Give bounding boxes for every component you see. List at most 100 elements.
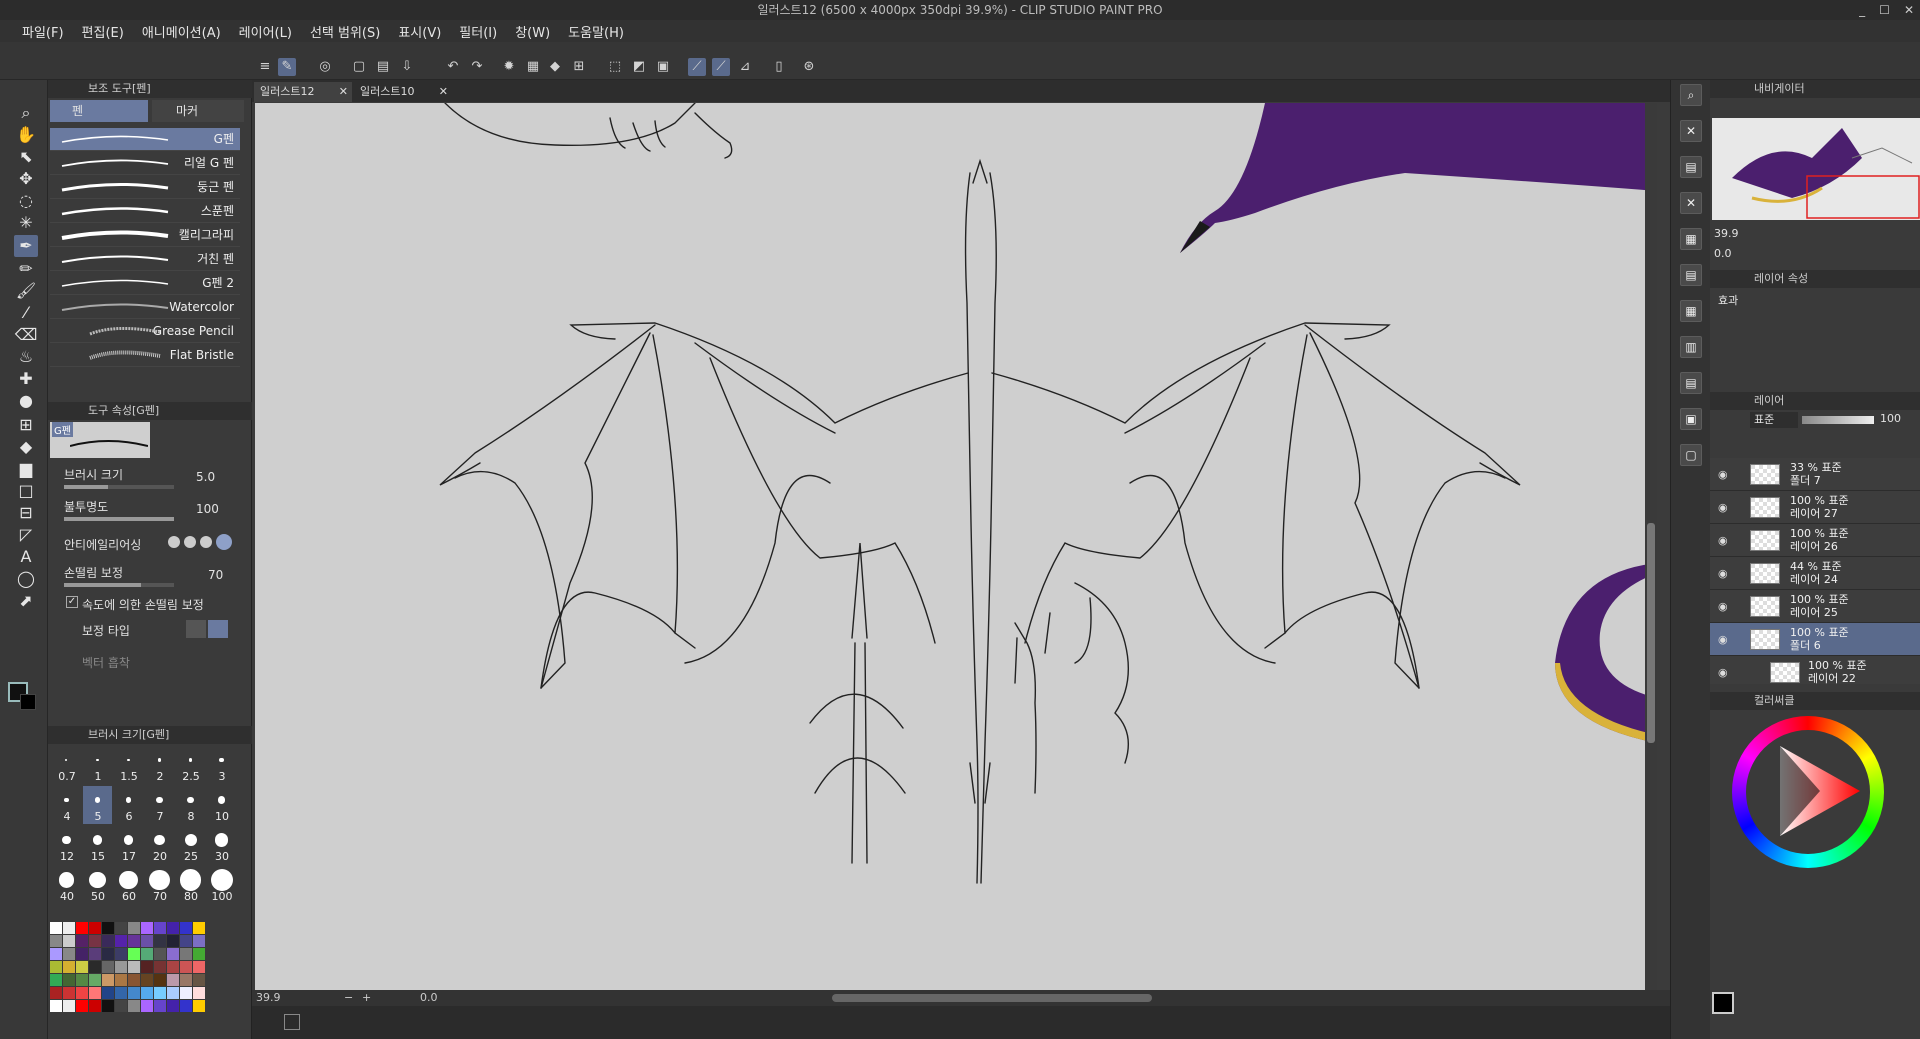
palette-swatch[interactable] <box>102 935 114 947</box>
brush-g-pen[interactable]: G펜 <box>50 128 240 151</box>
palette-swatch[interactable] <box>167 948 179 960</box>
rotation-readout[interactable]: 0.0 <box>420 990 438 1006</box>
palette-swatch[interactable] <box>128 974 140 986</box>
palette-swatch[interactable] <box>154 935 166 947</box>
palette-swatch[interactable] <box>63 987 75 999</box>
layer-opacity-value[interactable]: 100 <box>1880 412 1901 425</box>
palette-swatch[interactable] <box>89 987 101 999</box>
brush-size-preset[interactable]: 10 <box>207 786 236 824</box>
palette-swatch[interactable] <box>89 935 101 947</box>
vertical-scrollbar[interactable] <box>1645 103 1657 990</box>
palette-swatch[interactable] <box>63 935 75 947</box>
grid-snap-icon[interactable]: ⊿ <box>736 58 754 76</box>
brush-size-preset[interactable]: 60 <box>114 866 143 904</box>
smudge-icon[interactable]: ● <box>14 390 38 412</box>
palette-swatch[interactable] <box>128 948 140 960</box>
correction-type-row[interactable]: 보정 타입 <box>56 618 246 648</box>
material-icon[interactable]: ✕ <box>1680 192 1702 214</box>
layer-mode-icon[interactable]: ◎ <box>316 58 334 76</box>
palette-swatch[interactable] <box>180 1000 192 1012</box>
palette-swatch[interactable] <box>193 961 205 973</box>
palette-swatch[interactable] <box>128 1000 140 1012</box>
palette-swatch[interactable] <box>50 961 62 973</box>
brush-size-preset[interactable]: 80 <box>176 866 205 904</box>
menu-icon[interactable]: ≡ <box>256 58 274 76</box>
palette-swatch[interactable] <box>180 987 192 999</box>
ruler-snap-icon[interactable]: ⟋ <box>688 58 706 76</box>
brush-size-slider[interactable] <box>64 485 174 489</box>
layer-opacity-slider[interactable] <box>1802 416 1874 424</box>
lasso-fill-icon[interactable]: ✹ <box>500 58 518 76</box>
correction-type-option[interactable] <box>186 620 206 638</box>
saturation-triangle[interactable] <box>1760 736 1870 846</box>
eye-icon[interactable]: ◉ <box>1718 600 1728 613</box>
magic-wand-icon[interactable]: ✳ <box>14 212 38 234</box>
palette-swatch[interactable] <box>89 961 101 973</box>
stabilization-value[interactable]: 70 <box>208 568 223 582</box>
palette-swatch[interactable] <box>154 948 166 960</box>
palette-swatch[interactable] <box>128 922 140 934</box>
antialias-option[interactable] <box>168 536 180 548</box>
new-file-icon[interactable]: ▢ <box>350 58 368 76</box>
opacity-row[interactable]: 불투명도 100 <box>56 498 246 528</box>
save-icon[interactable]: ⇩ <box>398 58 416 76</box>
palette-swatch[interactable] <box>180 961 192 973</box>
palette-swatch[interactable] <box>193 922 205 934</box>
palette-swatch[interactable] <box>193 974 205 986</box>
eye-icon[interactable]: ◉ <box>1718 501 1728 514</box>
palette-swatch[interactable] <box>141 974 153 986</box>
palette-swatch[interactable] <box>128 961 140 973</box>
palette-swatch[interactable] <box>50 974 62 986</box>
palette-swatch[interactable] <box>115 922 127 934</box>
palette-swatch[interactable] <box>141 935 153 947</box>
stabilization-slider[interactable] <box>64 583 174 587</box>
antialias-option[interactable] <box>200 536 212 548</box>
palette-swatch[interactable] <box>102 922 114 934</box>
palette-swatch[interactable] <box>115 1000 127 1012</box>
stabilization-row[interactable]: 손떨림 보정 70 <box>56 564 246 594</box>
close-button[interactable]: ✕ <box>1904 0 1914 20</box>
pen-mode-icon[interactable]: ✎ <box>278 58 296 76</box>
eraser-icon[interactable]: ⌫ <box>14 324 38 346</box>
opacity-slider[interactable] <box>64 517 174 521</box>
move-tool-icon[interactable]: ✥ <box>14 168 38 190</box>
drawing-canvas[interactable] <box>255 103 1657 990</box>
brush-size-row[interactable]: 브러시 크기 5.0 <box>56 466 246 496</box>
palette-swatch[interactable] <box>89 974 101 986</box>
palette-swatch[interactable] <box>50 935 62 947</box>
correct-line-icon[interactable]: ⬈ <box>14 590 38 612</box>
brush-size-preset[interactable]: 50 <box>83 866 112 904</box>
brush-size-preset[interactable]: 8 <box>176 786 205 824</box>
palette-swatch[interactable] <box>115 987 127 999</box>
navigator-zoom[interactable]: 39.9 <box>1714 227 1739 240</box>
zoom-in-button[interactable]: + <box>362 990 371 1006</box>
palette-swatch[interactable] <box>167 987 179 999</box>
blend-tool-icon[interactable]: ♨ <box>14 346 38 368</box>
redo-icon[interactable]: ↷ <box>468 58 486 76</box>
invert-select-icon[interactable]: ◩ <box>630 58 648 76</box>
crop-icon[interactable]: ▣ <box>654 58 672 76</box>
antialias-row[interactable]: 안티에일리어싱 <box>56 532 246 562</box>
timeline-toggle-icon[interactable] <box>284 1014 300 1030</box>
brush-size-preset[interactable]: 40 <box>52 866 81 904</box>
layer-row[interactable]: ◉ 100 % 표준 레이어 27 <box>1710 491 1920 524</box>
palette-swatch[interactable] <box>115 935 127 947</box>
brush-grease-pencil[interactable]: Grease Pencil <box>50 320 240 343</box>
brush-size-preset[interactable]: 12 <box>52 826 81 864</box>
color-circle-main-swatch[interactable] <box>1712 992 1734 1014</box>
menu-window[interactable]: 창(W) <box>515 22 550 41</box>
brush-size-preset[interactable]: 7 <box>145 786 174 824</box>
palette-swatch[interactable] <box>102 948 114 960</box>
tab-marker[interactable]: 마커 <box>152 100 244 122</box>
palette-swatch[interactable] <box>154 961 166 973</box>
palette-swatch[interactable] <box>102 987 114 999</box>
palette-swatch[interactable] <box>63 922 75 934</box>
open-file-icon[interactable]: ▤ <box>374 58 392 76</box>
brush-flat-bristle[interactable]: Flat Bristle <box>50 344 240 367</box>
maximize-button[interactable]: ☐ <box>1879 0 1890 20</box>
palette-swatch[interactable] <box>128 935 140 947</box>
brush-size-preset[interactable]: 1.5 <box>114 746 143 784</box>
correction-type-option[interactable] <box>208 620 228 638</box>
brush-tool-icon[interactable]: 🖌 <box>14 280 38 302</box>
deselect-icon[interactable]: ⬚ <box>606 58 624 76</box>
